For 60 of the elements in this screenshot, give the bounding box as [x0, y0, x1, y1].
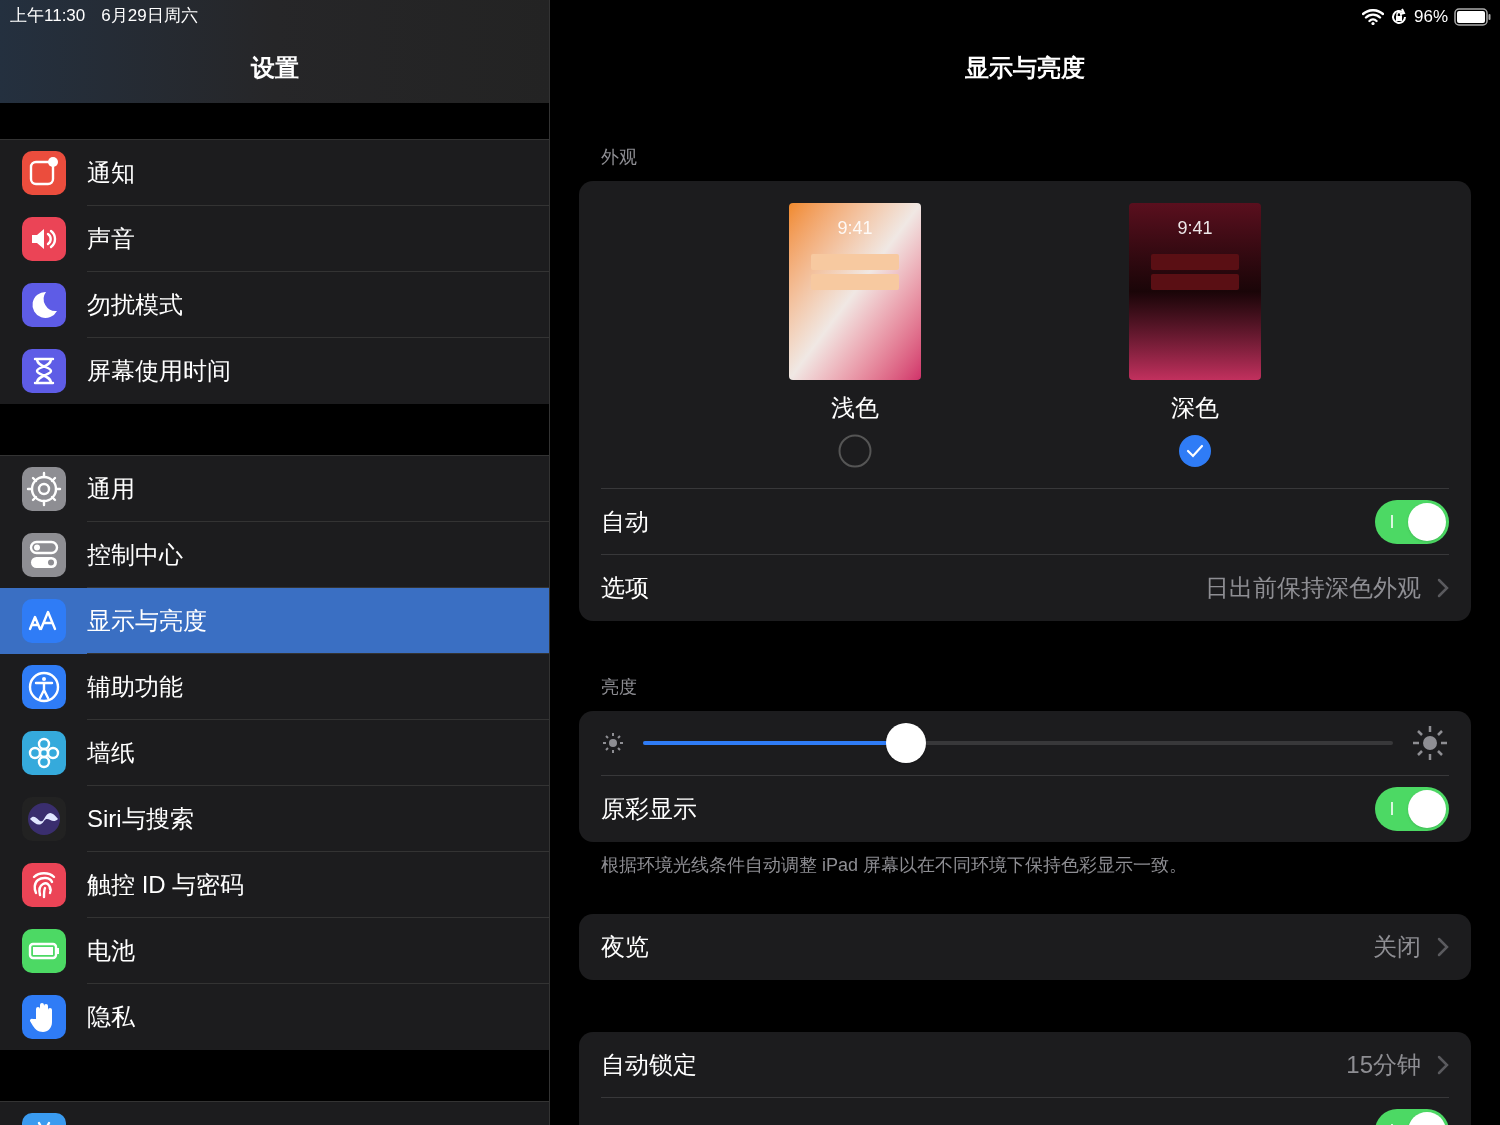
brightness-slider[interactable] — [643, 723, 1393, 763]
chevron-icon — [1437, 937, 1449, 957]
status-date: 6月29日周六 — [101, 5, 198, 27]
row-label: 原彩显示 — [601, 794, 698, 824]
section-header: 外观 — [600, 146, 638, 169]
sidebar-item-label: Siri与搜索 — [87, 803, 194, 834]
status-time: 上午11:30 — [10, 5, 86, 27]
sidebar-item[interactable]: Siri与搜索 — [0, 786, 549, 852]
footer-text: 根据环境光线条件自动调整 iPad 屏幕以在不同环境下保持色彩显示一致。 — [600, 854, 1189, 877]
row-label: 自动 — [601, 506, 650, 537]
option-label: 浅色 — [831, 393, 879, 423]
option-label: 深色 — [1171, 393, 1219, 423]
sidebar-item-label: 控制中心 — [87, 539, 183, 570]
radio-button[interactable] — [838, 434, 872, 468]
sidebar-item-label: 辅助功能 — [87, 671, 183, 702]
sidebar-item[interactable]: 辅助功能 — [0, 654, 549, 720]
battery-percentage: 96% — [1413, 6, 1448, 28]
sidebar-item-label: 显示与亮度 — [87, 605, 207, 636]
sidebar-item[interactable]: 显示与亮度 — [0, 588, 549, 654]
sidebar-item[interactable]: 屏幕使用时间 — [0, 338, 549, 404]
preview-time: 9:41 — [1177, 217, 1213, 240]
sidebar-item[interactable]: 通知 — [0, 140, 549, 206]
wifi-icon — [1361, 8, 1384, 25]
bright-sun-icon — [1411, 724, 1449, 762]
battery-icon — [1454, 7, 1492, 26]
chevron-icon — [1437, 1054, 1449, 1075]
sidebar-title: 设置 — [249, 53, 300, 83]
sidebar-item-label: 电池 — [87, 935, 135, 966]
sidebar-item-label: 触控 ID 与密码 — [87, 869, 245, 900]
slider-thumb[interactable] — [885, 723, 926, 763]
dark-preview[interactable]: 9:41 — [1129, 203, 1261, 380]
row-value: 日出前保持深色外观 — [1205, 573, 1421, 603]
sidebar-item-label: 声音 — [87, 223, 135, 254]
sidebar-item[interactable]: 墙纸 — [0, 720, 549, 786]
sidebar-item[interactable]: 电池 — [0, 918, 549, 984]
sidebar-item-label: 墙纸 — [87, 737, 135, 768]
sidebar-item-label: 屏幕使用时间 — [87, 356, 231, 386]
row-label: 自动锁定 — [601, 1049, 698, 1080]
sidebar-item-label: 勿扰模式 — [87, 289, 183, 320]
radio-button[interactable] — [1178, 434, 1212, 468]
toggle-switch[interactable] — [1375, 499, 1449, 544]
section-header: 亮度 — [600, 676, 638, 699]
sidebar-item[interactable]: 隐私 — [0, 984, 549, 1050]
rotation-lock-icon — [1389, 7, 1408, 26]
dim-sun-icon — [601, 731, 625, 755]
sidebar-item[interactable]: 声音 — [0, 206, 549, 272]
chevron-icon — [1437, 578, 1449, 598]
row-value: 15分钟 — [1346, 1049, 1421, 1080]
sidebar-item[interactable]: 触控 ID 与密码 — [0, 852, 549, 918]
sidebar-item-label: 通知 — [87, 157, 135, 188]
row-value: 关闭 — [1373, 932, 1421, 962]
sidebar-item[interactable]: 通用 — [0, 456, 549, 522]
toggle-switch[interactable] — [1375, 787, 1449, 831]
row-label: 夜览 — [601, 932, 650, 962]
sidebar-item-label: 通用 — [87, 473, 135, 504]
sidebar-item[interactable]: 勿扰模式 — [0, 272, 549, 338]
preview-time: 9:41 — [837, 217, 873, 240]
page-title: 显示与亮度 — [964, 53, 1086, 83]
sidebar-item-label: 隐私 — [87, 1002, 135, 1032]
row-label: 选项 — [601, 573, 650, 603]
